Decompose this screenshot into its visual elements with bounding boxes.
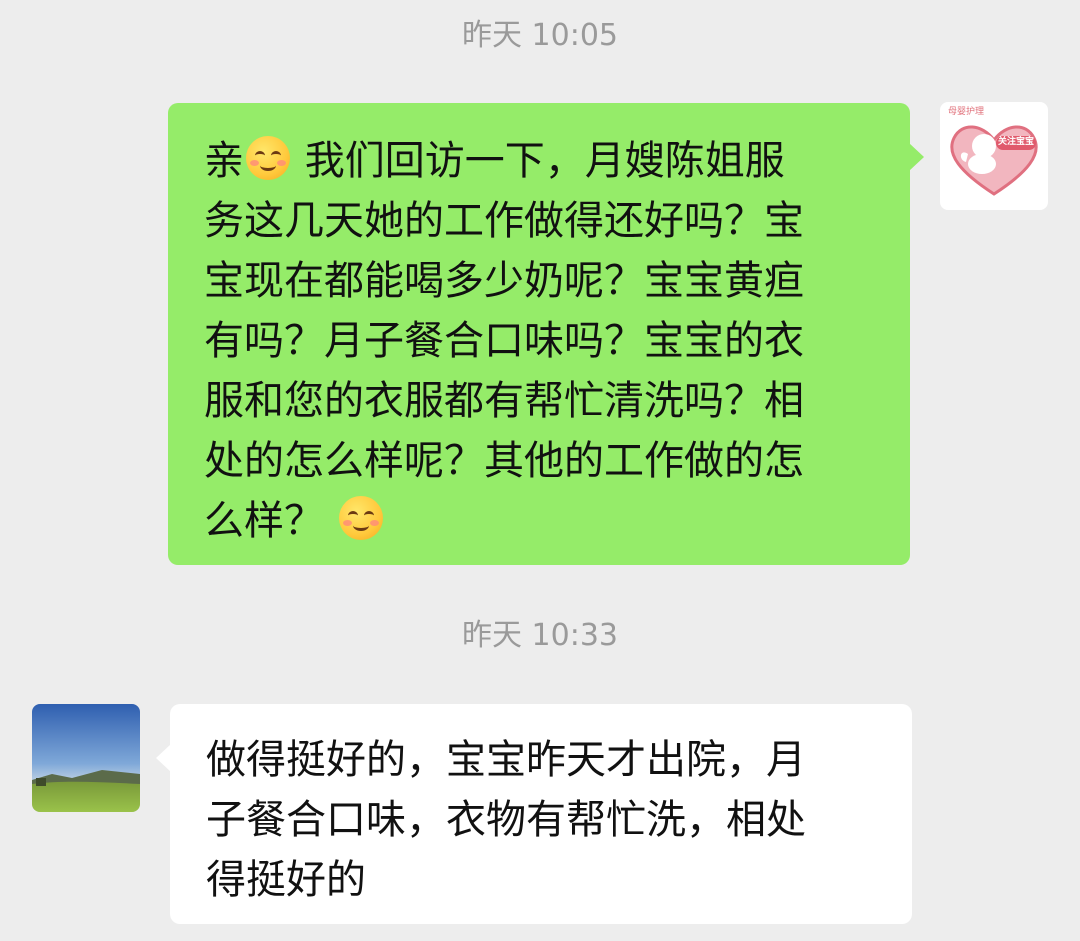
message-line: 亲 我们回访一下，月嫂陈姐服 — [204, 131, 874, 191]
contact-avatar[interactable] — [32, 704, 140, 812]
outgoing-message-bubble[interactable]: 亲 我们回访一下，月嫂陈姐服 务这几天她的工作做得还好吗？宝 宝现在都能喝多少奶… — [168, 103, 924, 565]
timestamp: 昨天 10:05 — [462, 18, 618, 53]
message-line: 务这几天她的工作做得还好吗？宝 — [204, 198, 804, 244]
message-line: 服和您的衣服都有帮忙清洗吗？相 — [204, 378, 804, 424]
message-line: 么样？ — [204, 491, 874, 551]
message-line: 得挺好的 — [206, 857, 366, 903]
message-line: 做得挺好的，宝宝昨天才出院，月 — [206, 737, 806, 783]
bubble-tail — [156, 744, 171, 772]
message-text: 亲 — [204, 138, 244, 184]
timestamp: 昨天 10:33 — [462, 618, 618, 653]
landscape-avatar-icon — [32, 704, 140, 812]
message-line: 有吗？月子餐合口味吗？宝宝的衣 — [204, 318, 804, 364]
avatar-badge: 关注宝宝 — [998, 137, 1035, 147]
avatar-tag: 母婴护理 — [948, 107, 985, 117]
bubble-tail — [909, 143, 924, 171]
smiling-face-icon — [246, 136, 290, 180]
message-text: 么样？ — [204, 498, 324, 544]
my-avatar[interactable]: 母婴护理 关注宝宝 — [940, 102, 1048, 210]
smiling-face-icon — [338, 496, 383, 540]
heart-angel-icon — [950, 125, 1038, 196]
message-text: 我们回访一下，月嫂陈姐服 — [304, 138, 785, 184]
message-line: 子餐合口味，衣物有帮忙洗，相处 — [206, 797, 806, 843]
incoming-message-bubble[interactable]: 做得挺好的，宝宝昨天才出院，月 子餐合口味，衣物有帮忙洗，相处 得挺好的 — [156, 704, 912, 924]
message-line: 处的怎么样呢？其他的工作做的怎 — [204, 438, 804, 484]
message-line: 宝现在都能喝多少奶呢？宝宝黄疸 — [204, 258, 804, 304]
